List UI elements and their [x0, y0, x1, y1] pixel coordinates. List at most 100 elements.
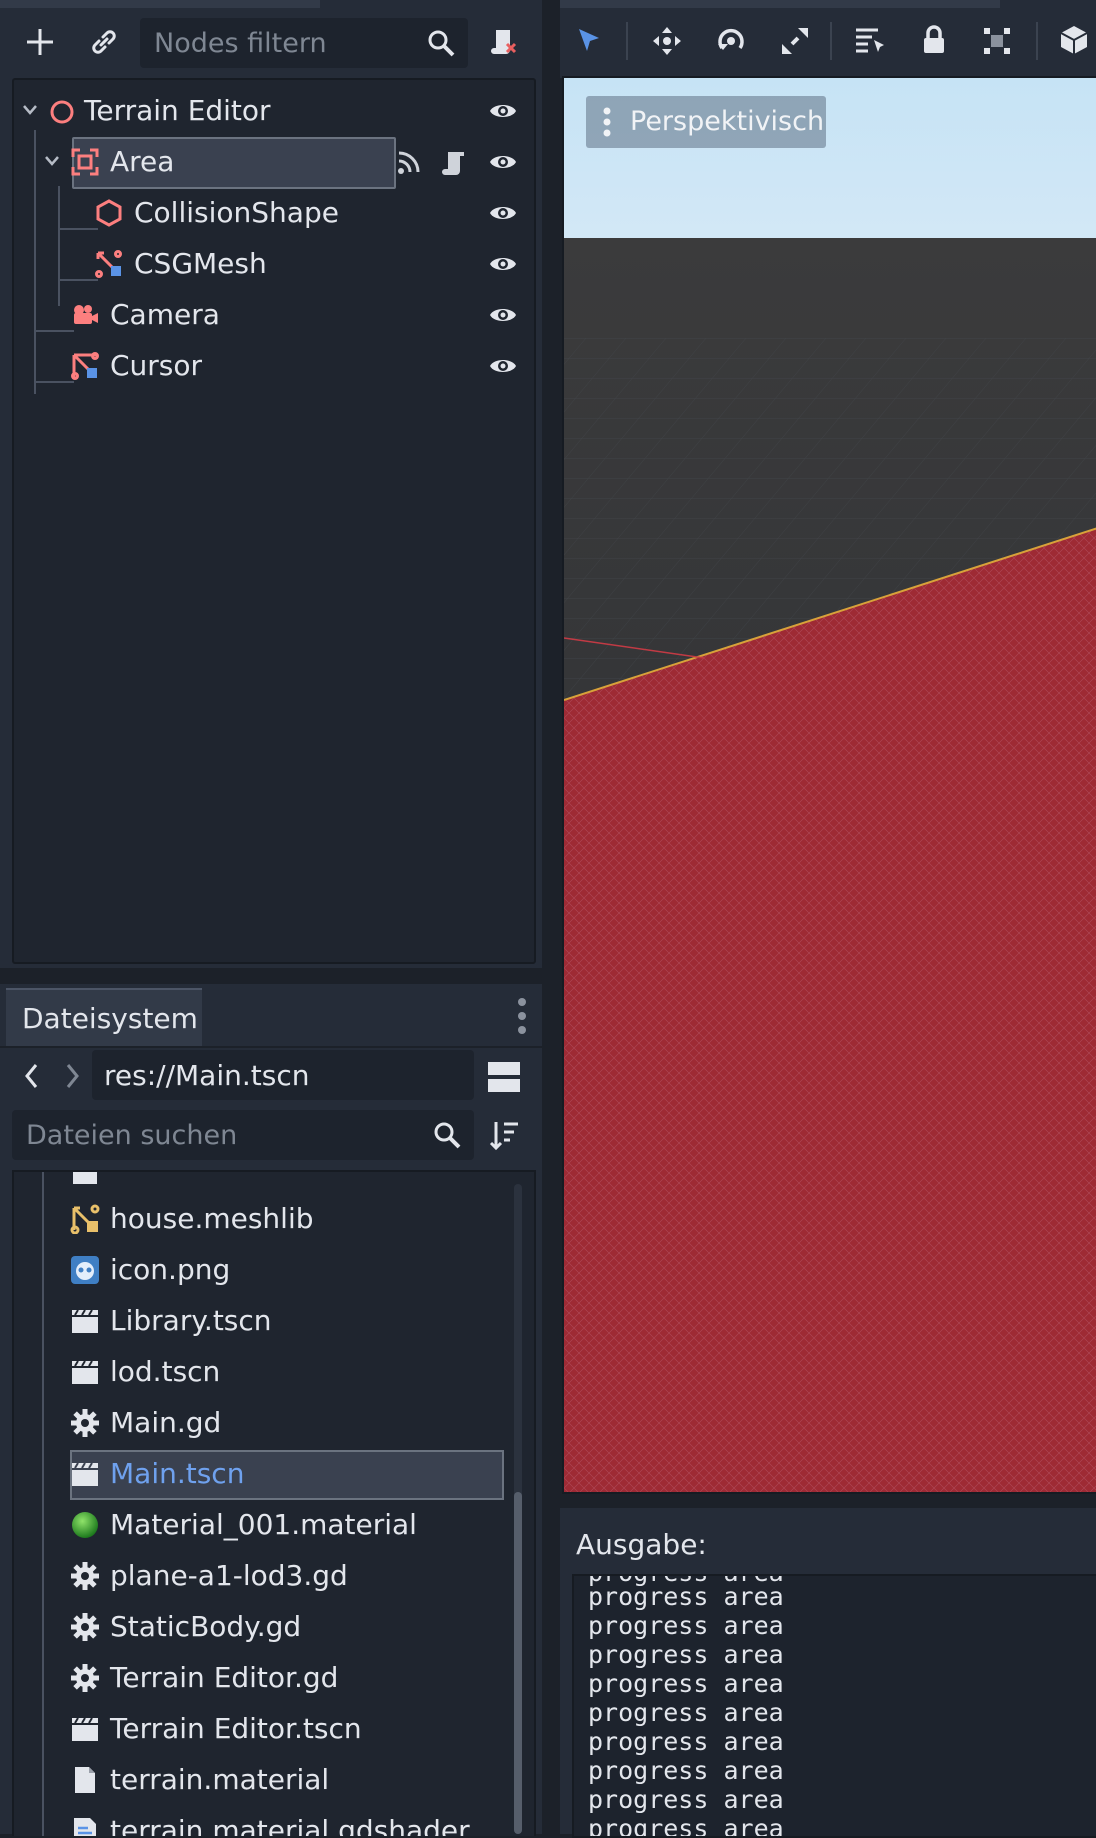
- move-tool-icon[interactable]: [652, 26, 682, 56]
- tree-item-camera[interactable]: Camera: [14, 290, 534, 340]
- node-filter-box: [140, 18, 468, 68]
- scene-clapper-icon: [72, 1717, 98, 1741]
- log-line: progress area: [588, 1669, 784, 1698]
- file-label: Main.tscn: [110, 1457, 245, 1490]
- scene-clapper-icon: [72, 1360, 98, 1384]
- link-icon: [92, 30, 116, 54]
- dock-menu-icon[interactable]: [516, 996, 528, 1036]
- list-select-icon[interactable]: [854, 26, 886, 56]
- log-line: progress area: [588, 1727, 784, 1756]
- main-tab-strip: [560, 0, 1000, 8]
- file-item-material-001[interactable]: Material_001.material: [14, 1500, 514, 1550]
- tree-item-csgmesh[interactable]: CSGMesh: [14, 239, 534, 289]
- camera-icon: [74, 305, 98, 324]
- file-label: house.meshlib: [110, 1202, 314, 1235]
- select-tool-icon[interactable]: [576, 26, 604, 56]
- output-log[interactable]: progress area progress area progress are…: [572, 1574, 1096, 1838]
- file-item-icon-png[interactable]: icon.png: [14, 1245, 514, 1295]
- sort-icon[interactable]: [488, 1118, 520, 1152]
- file-list: house.meshlib icon.png Library.tscn lod.…: [12, 1170, 536, 1836]
- script-remove-icon: [491, 30, 517, 54]
- back-arrow-icon[interactable]: [22, 1062, 42, 1090]
- output-header: Ausgabe:: [576, 1528, 707, 1561]
- 3d-viewport[interactable]: Perspektivisch: [562, 76, 1096, 1494]
- tab-label: Dateisystem: [22, 1002, 198, 1035]
- view-mode-label: Perspektivisch: [630, 106, 825, 137]
- file-item-plane-a1-lod3-gd[interactable]: plane-a1-lod3.gd: [14, 1551, 514, 1601]
- lock-icon[interactable]: [920, 24, 948, 56]
- scene-dock: Terrain Editor Area CollisionShape CSGMe…: [0, 0, 542, 968]
- log-line: progress area: [588, 1698, 784, 1727]
- eye-icon[interactable]: [488, 150, 518, 174]
- file-icon: [75, 1767, 95, 1793]
- scale-tool-icon[interactable]: [780, 26, 810, 56]
- file-search-box: [12, 1110, 474, 1160]
- file-item-terrain-gdshader[interactable]: terrain.material.gdshader: [14, 1806, 514, 1836]
- tab-divider: [0, 1046, 542, 1048]
- file-label: Material_001.material: [110, 1508, 417, 1541]
- file-item-terrain-editor-tscn[interactable]: Terrain Editor.tscn: [14, 1704, 514, 1754]
- chevron-down-icon[interactable]: [22, 104, 38, 116]
- viewport-toolbar: [560, 0, 1096, 78]
- file-item-main-tscn[interactable]: Main.tscn: [14, 1449, 514, 1500]
- filesystem-dock: Dateisystem res://Main.tscn house.meshli…: [0, 984, 542, 1836]
- tree-item-terrain-editor[interactable]: Terrain Editor: [14, 86, 534, 136]
- scene-toolbar: [0, 0, 542, 78]
- view-mode-button[interactable]: Perspektivisch: [586, 96, 826, 148]
- file-item-terrain-material[interactable]: terrain.material: [14, 1755, 514, 1805]
- file-item-lod-tscn[interactable]: lod.tscn: [14, 1347, 514, 1397]
- material-sphere-icon: [72, 1512, 98, 1538]
- log-line: progress area: [588, 1756, 784, 1785]
- viewport-render: [564, 78, 1096, 1492]
- chevron-down-icon[interactable]: [44, 155, 60, 167]
- file-item-house-meshlib[interactable]: house.meshlib: [14, 1194, 514, 1244]
- cube-icon[interactable]: [1058, 24, 1090, 56]
- search-icon: [434, 1122, 461, 1149]
- area-icon: [71, 148, 99, 176]
- rotate-tool-icon[interactable]: [716, 26, 746, 56]
- toolbar-separator: [830, 22, 832, 60]
- log-line: progress area: [588, 1785, 784, 1814]
- file-item-staticbody-gd[interactable]: StaticBody.gd: [14, 1602, 514, 1652]
- tree-item-label: Area: [110, 145, 175, 178]
- forward-arrow-icon[interactable]: [62, 1062, 82, 1090]
- eye-icon[interactable]: [488, 201, 518, 225]
- file-label: terrain.material: [110, 1763, 330, 1796]
- instance-scene-button[interactable]: [80, 18, 128, 66]
- script-gear-icon: [71, 1409, 99, 1437]
- tree-item-area[interactable]: Area: [14, 137, 534, 187]
- log-line: progress area: [588, 1582, 784, 1611]
- path-field[interactable]: res://Main.tscn: [92, 1050, 474, 1100]
- split-view-icon[interactable]: [486, 1060, 522, 1094]
- signal-icon[interactable]: [394, 149, 422, 177]
- shader-icon: [74, 1818, 96, 1836]
- eye-icon[interactable]: [488, 354, 518, 378]
- toolbar-separator: [1036, 22, 1038, 60]
- scrollbar-thumb[interactable]: [514, 1492, 522, 1834]
- file-item-library-tscn[interactable]: Library.tscn: [14, 1296, 514, 1346]
- file-label: Terrain Editor.tscn: [110, 1712, 362, 1745]
- tree-item-collisionshape[interactable]: CollisionShape: [14, 188, 534, 238]
- plus-icon: [27, 29, 53, 55]
- tree-item-label: Cursor: [110, 349, 203, 382]
- group-icon[interactable]: [982, 26, 1012, 56]
- file-label: Library.tscn: [110, 1304, 272, 1337]
- tab-filesystem[interactable]: Dateisystem: [6, 988, 202, 1048]
- mesh-instance-icon: [71, 352, 99, 380]
- path-text: res://Main.tscn: [104, 1059, 310, 1092]
- detach-script-button[interactable]: [480, 18, 528, 66]
- eye-icon[interactable]: [488, 303, 518, 327]
- tree-item-label: CSGMesh: [134, 247, 267, 280]
- eye-icon[interactable]: [488, 252, 518, 276]
- node-filter-input[interactable]: [152, 26, 416, 60]
- file-item-terrain-editor-gd[interactable]: Terrain Editor.gd: [14, 1653, 514, 1703]
- tree-item-cursor[interactable]: Cursor: [14, 341, 534, 391]
- add-node-button[interactable]: [16, 18, 64, 66]
- eye-icon[interactable]: [488, 99, 518, 123]
- file-search-input[interactable]: [24, 1118, 428, 1152]
- file-label: Main.gd: [110, 1406, 222, 1439]
- file-label: terrain.material.gdshader: [110, 1814, 470, 1836]
- script-icon[interactable]: [440, 149, 468, 177]
- log-line: progress area: [588, 1611, 784, 1640]
- file-item-main-gd[interactable]: Main.gd: [14, 1398, 514, 1448]
